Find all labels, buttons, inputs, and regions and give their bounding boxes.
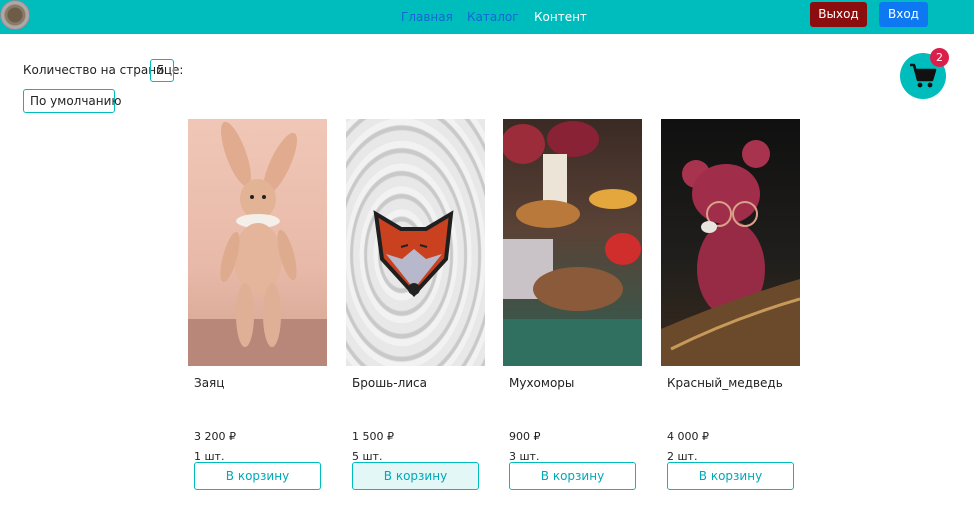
add-to-cart-button[interactable]: В корзину: [352, 462, 479, 490]
product-image-hare[interactable]: [188, 119, 327, 366]
add-to-cart-button[interactable]: В корзину: [667, 462, 794, 490]
product-name[interactable]: Мухоморы: [509, 376, 574, 390]
add-to-cart-button[interactable]: В корзину: [509, 462, 636, 490]
product-price: 4 000 ₽: [667, 430, 709, 443]
login-button[interactable]: Вход: [879, 2, 928, 27]
sort-select[interactable]: По умолчанию: [23, 89, 122, 113]
shopping-cart-icon: [910, 63, 937, 88]
product-price: 3 200 ₽: [194, 430, 236, 443]
nav-link-catalog[interactable]: Каталог: [467, 10, 519, 24]
cart-count-badge: 2: [930, 48, 949, 67]
product-image-mushrooms[interactable]: [503, 119, 642, 366]
logout-button[interactable]: Выход: [810, 2, 867, 27]
navbar: Главная Каталог Контент Выход Вход: [0, 0, 974, 34]
product-image-fox-brooch[interactable]: [346, 119, 485, 366]
per-page-input[interactable]: 5: [150, 59, 174, 82]
product-name[interactable]: Заяц: [194, 376, 224, 390]
add-to-cart-button[interactable]: В корзину: [194, 462, 321, 490]
product-price: 900 ₽: [509, 430, 541, 443]
nav-link-home[interactable]: Главная: [401, 10, 453, 24]
nav-link-content[interactable]: Контент: [534, 10, 587, 24]
product-price: 1 500 ₽: [352, 430, 394, 443]
product-name[interactable]: Брошь-лиса: [352, 376, 427, 390]
product-image-red-bear[interactable]: [661, 119, 800, 366]
product-name[interactable]: Красный_медведь: [667, 376, 783, 390]
